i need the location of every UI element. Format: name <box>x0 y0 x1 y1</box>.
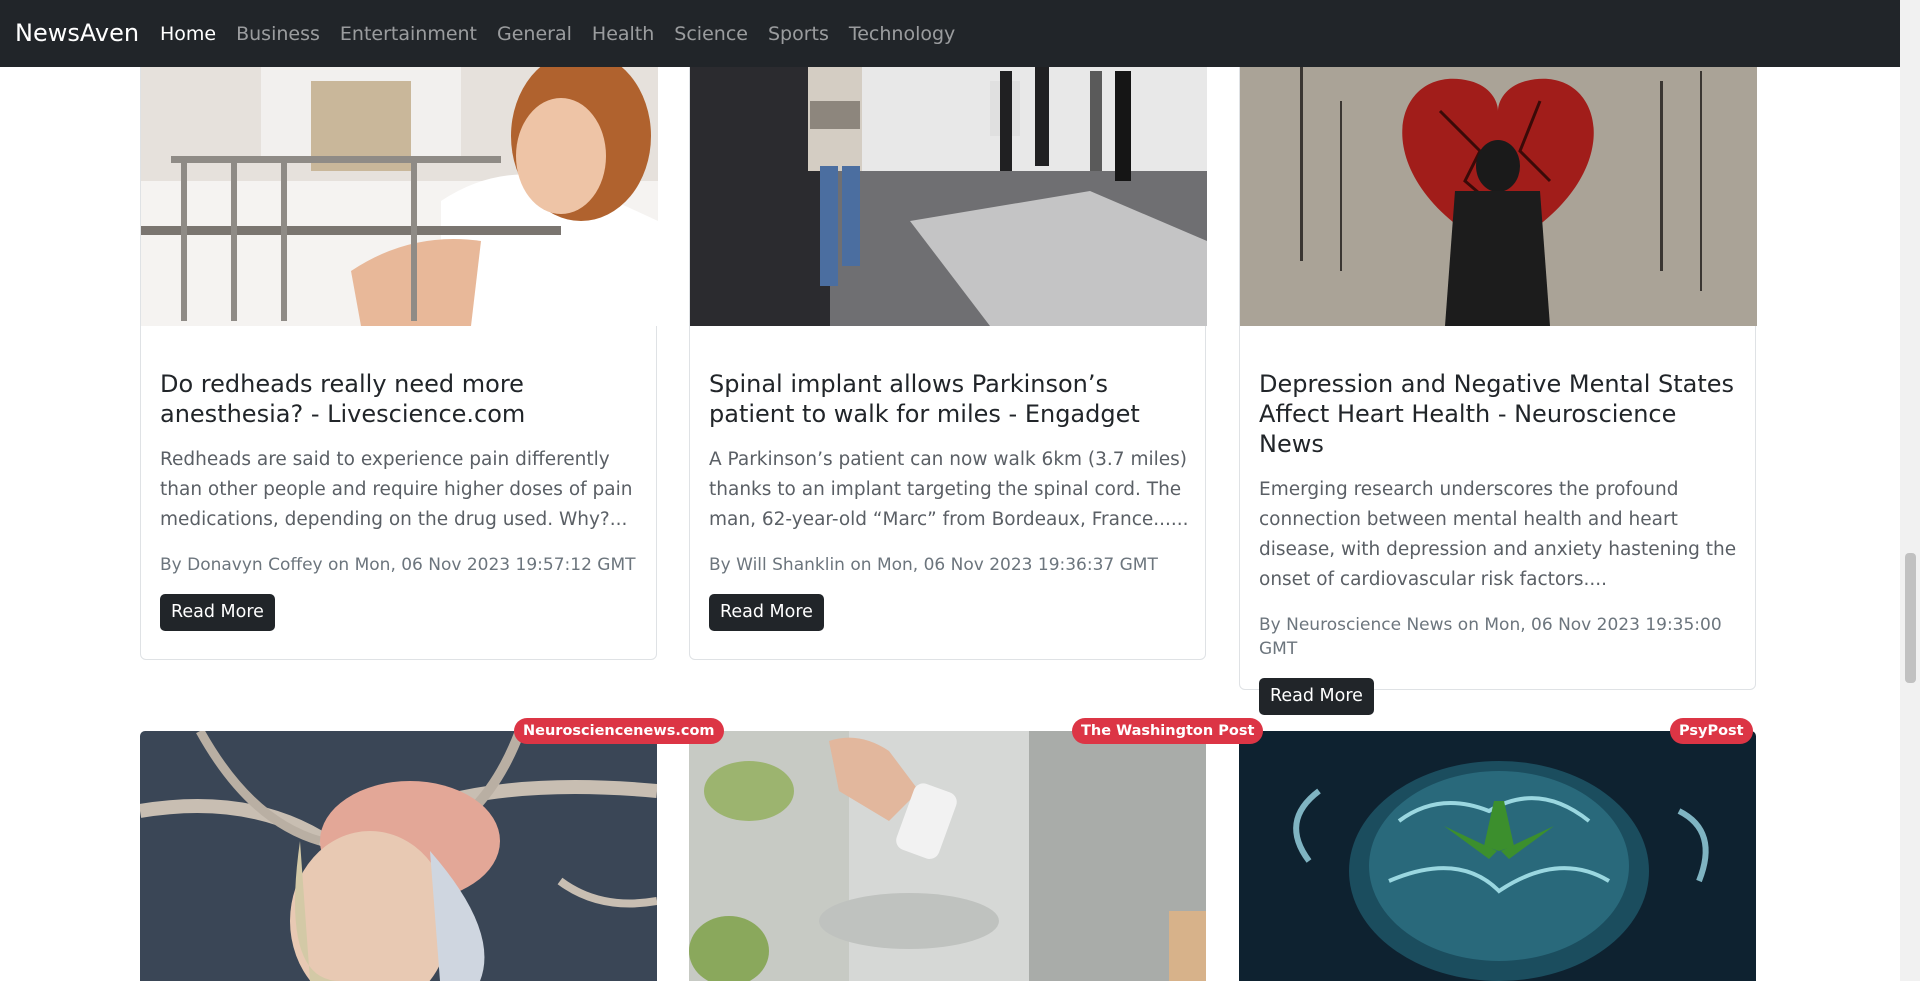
article-image <box>690 41 1207 326</box>
salt-shaker-image <box>689 731 1206 981</box>
source-badge: PsyPost <box>1670 718 1753 744</box>
read-more-button[interactable]: Read More <box>709 594 824 631</box>
article-card: Do redheads really need more anesthesia?… <box>140 40 658 660</box>
article-description: Redheads are said to experience pain dif… <box>160 449 633 530</box>
article-byline: By Neuroscience News on Mon, 06 Nov 2023… <box>1259 615 1722 659</box>
article-image <box>1240 41 1757 326</box>
article-description: A Parkinson’s patient can now walk 6km (… <box>709 449 1189 530</box>
read-more-button[interactable]: Read More <box>1259 678 1374 715</box>
article-description: Emerging research underscores the profou… <box>1259 479 1737 590</box>
scrollbar-thumb[interactable] <box>1905 553 1916 683</box>
nav-science[interactable]: Science <box>674 22 748 46</box>
hospital-patient-image <box>141 41 658 326</box>
source-badge: Neurosciencenews.com <box>514 718 724 744</box>
rehab-walking-image <box>690 41 1207 326</box>
nav-sports[interactable]: Sports <box>768 22 829 46</box>
brain-woman-image <box>140 731 657 981</box>
source-badge: The Washington Post <box>1072 718 1264 744</box>
brand-logo[interactable]: NewsAven <box>15 17 139 49</box>
article-title: Depression and Negative Mental States Af… <box>1259 370 1735 458</box>
brain-cannabis-image <box>1239 731 1756 981</box>
article-card: Depression and Negative Mental States Af… <box>1239 40 1757 715</box>
article-title: Do redheads really need more anesthesia?… <box>160 370 526 428</box>
broken-heart-image <box>1240 41 1757 326</box>
article-card: Spinal implant allows Parkinson’s patien… <box>689 40 1207 660</box>
nav-general[interactable]: General <box>497 22 572 46</box>
article-image <box>140 731 657 981</box>
navbar: NewsAven Home Business Entertainment Gen… <box>0 0 1900 67</box>
read-more-button[interactable]: Read More <box>160 594 275 631</box>
article-byline: By Will Shanklin on Mon, 06 Nov 2023 19:… <box>709 555 1158 575</box>
article-image <box>689 731 1206 981</box>
nav-technology[interactable]: Technology <box>849 22 955 46</box>
nav-links: Home Business Entertainment General Heal… <box>160 0 975 67</box>
article-image <box>1239 731 1756 981</box>
article-title: Spinal implant allows Parkinson’s patien… <box>709 370 1140 428</box>
vertical-scrollbar[interactable] <box>1900 0 1920 981</box>
nav-business[interactable]: Business <box>236 22 320 46</box>
article-byline: By Donavyn Coffey on Mon, 06 Nov 2023 19… <box>160 555 636 575</box>
nav-health[interactable]: Health <box>592 22 654 46</box>
article-image <box>141 41 658 326</box>
nav-entertainment[interactable]: Entertainment <box>340 22 477 46</box>
nav-home[interactable]: Home <box>160 22 216 46</box>
